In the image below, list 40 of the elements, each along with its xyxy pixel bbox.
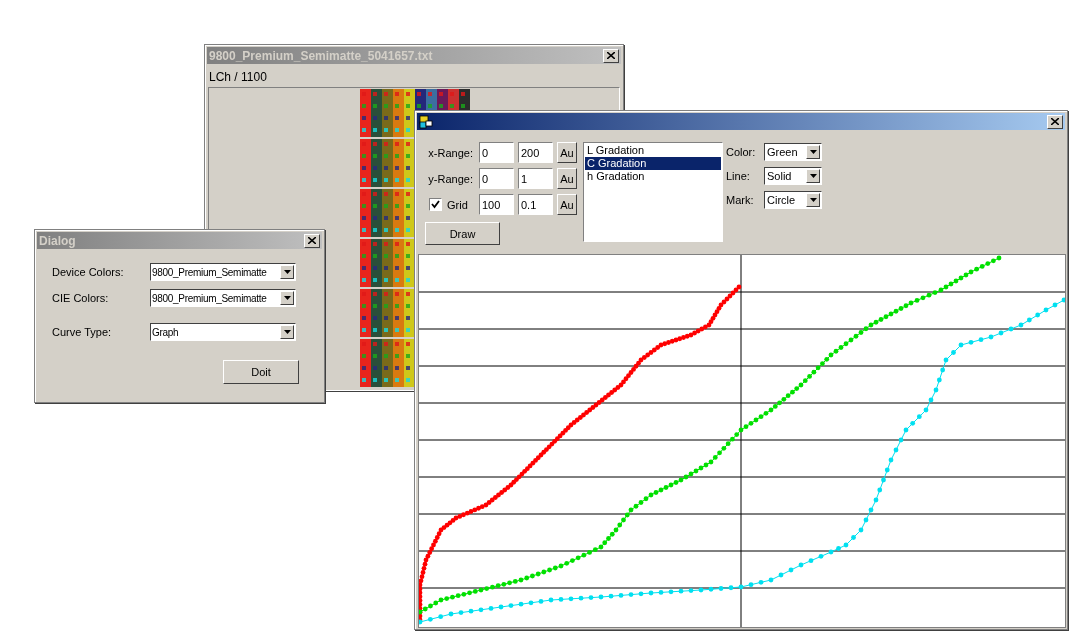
dropdown[interactable]: 9800_Premium_Semimatte xyxy=(150,289,296,307)
field-label: CIE Colors: xyxy=(52,292,110,304)
draw-button[interactable]: Draw xyxy=(425,222,500,245)
close-button[interactable] xyxy=(1047,114,1063,129)
max-input[interactable]: 0.1 xyxy=(518,194,553,215)
max-input[interactable]: 200 xyxy=(518,142,553,163)
list-item[interactable]: h Gradation xyxy=(585,170,721,183)
list-item[interactable]: L Gradation xyxy=(585,144,721,157)
range-label: y-Range: xyxy=(427,172,473,185)
close-icon xyxy=(607,52,615,59)
close-icon xyxy=(308,237,316,244)
data-label: LCh / 1100 xyxy=(209,70,268,84)
dropdown[interactable]: Circle xyxy=(764,191,822,209)
app-icon xyxy=(419,114,433,129)
range-label: x-Range: xyxy=(427,146,473,159)
auto-button[interactable]: Au xyxy=(557,142,577,163)
dialog-title: Dialog xyxy=(39,233,77,248)
grid-checkbox[interactable] xyxy=(429,198,442,211)
list-item[interactable]: C Gradation xyxy=(585,157,721,170)
dropdown[interactable]: Solid xyxy=(764,167,822,185)
dropdown[interactable]: 9800_Premium_Semimatte xyxy=(150,263,296,281)
min-input[interactable]: 100 xyxy=(479,194,514,215)
dropdown[interactable]: Graph xyxy=(150,323,296,341)
window-title: 9800_Premium_Semimatte_5041657.txt xyxy=(209,48,434,63)
option-label: Color: xyxy=(726,146,757,158)
checkbox-label: Grid xyxy=(447,198,468,211)
auto-button[interactable]: Au xyxy=(557,194,577,215)
close-icon xyxy=(1051,118,1059,125)
option-label: Mark: xyxy=(726,194,755,206)
min-input[interactable]: 0 xyxy=(479,168,514,189)
option-label: Line: xyxy=(726,170,751,182)
min-input[interactable]: 0 xyxy=(479,142,514,163)
doit-button[interactable]: Doit xyxy=(223,360,299,384)
field-label: Device Colors: xyxy=(52,266,125,278)
field-label: Curve Type: xyxy=(52,326,113,338)
close-button[interactable] xyxy=(304,233,320,248)
dropdown[interactable]: Green xyxy=(764,143,822,161)
max-input[interactable]: 1 xyxy=(518,168,553,189)
auto-button[interactable]: Au xyxy=(557,168,577,189)
close-button[interactable] xyxy=(603,48,619,63)
